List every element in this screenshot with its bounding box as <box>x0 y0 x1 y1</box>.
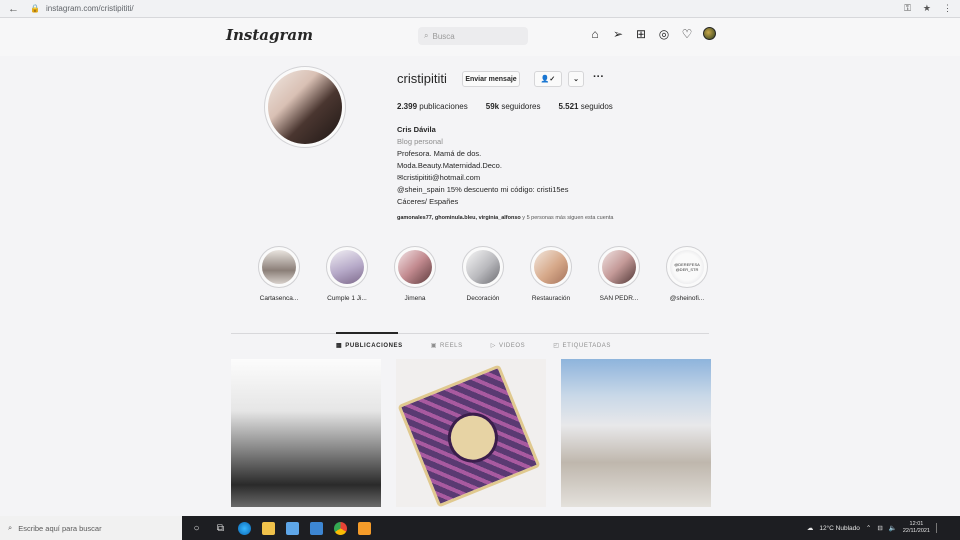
chevron-down-icon: ⌄ <box>573 76 579 83</box>
highlight-thumb-text: @DEREFESA @DER_STR <box>670 250 704 284</box>
bio-category: Blog personal <box>397 137 443 146</box>
tabs-divider <box>231 333 709 334</box>
bio-location: Cáceres/ Españes <box>397 197 459 206</box>
profile-bio: Cris Dávila Blog personal Profesora. Mam… <box>397 124 657 208</box>
explore-compass-icon[interactable]: ◎ <box>657 27 671 41</box>
cloud-icon: ☁ <box>806 525 814 532</box>
bio-name: Cris Dávila <box>397 125 436 134</box>
story-highlights: Cartasenca... Cumple 1 Ji... Jimena Deco… <box>245 246 721 302</box>
bio-line: Profesora. Mamá de dos. <box>397 149 482 158</box>
task-view-icon[interactable]: ⧉ <box>214 522 227 535</box>
search-icon: ⌕ <box>8 523 13 532</box>
highlight-label: @sheinofi... <box>669 295 705 302</box>
home-icon[interactable]: ⌂ <box>588 27 602 41</box>
cortana-circle-icon[interactable]: ○ <box>190 522 203 535</box>
highlight-label: Decoración <box>466 295 500 302</box>
grid-icon: ▦ <box>336 343 343 349</box>
profile-tabs: ▦ PUBLICACIONES ▣ REELS ▷ VIDEOS ◰ ETIQUETAD… <box>336 342 611 349</box>
post-thumbnail[interactable] <box>231 359 381 507</box>
app-icon[interactable] <box>358 521 371 535</box>
profile-page: cristipititi Enviar mensaje 👤 ✓ ⌄ ··· 2.3… <box>0 56 960 516</box>
browser-actions: ⚿ ★ ⋮ <box>904 3 952 14</box>
highlight-item[interactable]: @DEREFESA @DER_STR @sheinofi... <box>653 246 721 302</box>
person-icon: 👤 <box>540 76 550 83</box>
chevron-up-icon[interactable]: ⌃ <box>866 524 871 532</box>
search-icon: ⌕ <box>424 31 429 40</box>
taskbar-search-input[interactable]: ⌕ Escribe aquí para buscar <box>0 516 182 540</box>
tab-reels[interactable]: ▣ REELS <box>431 342 463 349</box>
chrome-icon[interactable] <box>334 521 347 535</box>
profile-username: cristipititi <box>397 71 447 86</box>
post-thumbnail[interactable] <box>561 359 711 507</box>
bio-line: Moda.Beauty.Maternidad.Deco. <box>397 161 502 170</box>
browser-toolbar: ← 🔒 instagram.com/cristipititi/ ⚿ ★ ⋮ <box>0 0 960 18</box>
key-icon[interactable]: ⚿ <box>904 3 911 14</box>
nav-icons: ⌂ ➢ ⊞ ◎ ♡ <box>588 27 716 41</box>
search-input[interactable]: ⌕ Busca <box>418 27 528 45</box>
system-tray: ☁ 12°C Nublado ⌃ ⊟ 🔈 12:01 22/11/2021 <box>807 516 942 540</box>
followers-stat[interactable]: 59k seguidores <box>486 102 541 111</box>
highlight-item[interactable]: Restauración <box>517 246 585 302</box>
reels-icon: ▣ <box>430 343 438 349</box>
post-thumbnail[interactable] <box>396 359 546 508</box>
search-placeholder: Busca <box>432 31 455 41</box>
edge-browser-icon[interactable] <box>238 521 251 535</box>
tab-tagged[interactable]: ◰ ETIQUETADAS <box>553 342 611 349</box>
back-arrow-icon[interactable]: ← <box>8 3 22 15</box>
instagram-logo[interactable]: Instagram <box>226 26 313 44</box>
show-desktop-button[interactable] <box>936 523 942 533</box>
suggested-dropdown-button[interactable]: ⌄ <box>568 71 584 87</box>
tab-videos[interactable]: ▷ VIDEOS <box>491 342 526 349</box>
clock-date: 22/11/2021 <box>902 528 930 534</box>
following-stat[interactable]: 5.521 seguidos <box>558 102 612 111</box>
activity-heart-icon[interactable]: ♡ <box>680 27 694 41</box>
highlight-item[interactable]: Decoración <box>449 246 517 302</box>
profile-avatar[interactable] <box>264 66 346 148</box>
highlight-item[interactable]: Cumple 1 Ji... <box>313 246 381 302</box>
file-explorer-icon[interactable] <box>262 521 275 535</box>
highlight-label: Cumple 1 Ji... <box>327 295 367 302</box>
new-post-icon[interactable]: ⊞ <box>634 27 648 41</box>
instagram-header: Instagram ⌕ Busca ⌂ ➢ ⊞ ◎ ♡ <box>0 18 960 56</box>
active-tab-indicator <box>336 332 398 334</box>
network-icon[interactable]: ⊟ <box>877 524 882 532</box>
taskbar-search-placeholder: Escribe aquí para buscar <box>18 523 102 533</box>
mail-icon[interactable] <box>310 521 323 535</box>
clock-time: 12:01 <box>909 521 924 527</box>
highlight-label: Cartasenca... <box>259 295 299 302</box>
store-icon[interactable] <box>286 521 299 535</box>
windows-taskbar: ⌕ Escribe aquí para buscar ○ ⧉ ☁ 12°C Nu… <box>0 516 960 540</box>
highlight-item[interactable]: Jimena <box>381 246 449 302</box>
nav-profile-avatar[interactable] <box>703 27 716 40</box>
clock[interactable]: 12:01 22/11/2021 <box>903 521 930 535</box>
highlight-item[interactable]: Cartasenca... <box>245 246 313 302</box>
following-button[interactable]: 👤 ✓ <box>534 71 562 87</box>
address-bar[interactable]: instagram.com/cristipititi/ <box>46 4 134 13</box>
bookmark-star-icon[interactable]: ★ <box>923 3 931 14</box>
profile-stats: 2.399 publicaciones 59k seguidores 5.521… <box>397 102 613 111</box>
weather-text[interactable]: 12°C Nublado <box>819 525 860 532</box>
send-message-button[interactable]: Enviar mensaje <box>462 71 520 87</box>
bio-email: ✉cristipititi@hotmail.com <box>397 173 481 182</box>
highlight-label: SAN PEDR... <box>599 295 639 302</box>
followed-by[interactable]: gamonales77, ghominula.bleu, virginia_al… <box>397 215 613 221</box>
lock-icon[interactable]: 🔒 <box>30 4 40 13</box>
following-check: ✓ <box>549 76 556 83</box>
tab-posts[interactable]: ▦ PUBLICACIONES <box>336 342 403 349</box>
highlight-label: Jimena <box>404 295 426 302</box>
video-icon: ▷ <box>490 343 496 349</box>
bio-line: @shein_spain 15% descuento mi código: cr… <box>397 185 569 194</box>
highlight-item[interactable]: SAN PEDR... <box>585 246 653 302</box>
direct-message-icon[interactable]: ➢ <box>611 27 625 41</box>
posts-stat: 2.399 publicaciones <box>397 102 468 111</box>
taskbar-apps: ○ ⧉ <box>190 516 371 540</box>
post-grid <box>231 359 711 508</box>
tag-icon: ◰ <box>553 343 560 349</box>
highlight-label: Restauración <box>531 295 571 302</box>
speaker-icon[interactable]: 🔈 <box>889 524 897 532</box>
menu-dots-icon[interactable]: ⋮ <box>943 3 952 14</box>
more-options-icon[interactable]: ··· <box>593 71 604 83</box>
